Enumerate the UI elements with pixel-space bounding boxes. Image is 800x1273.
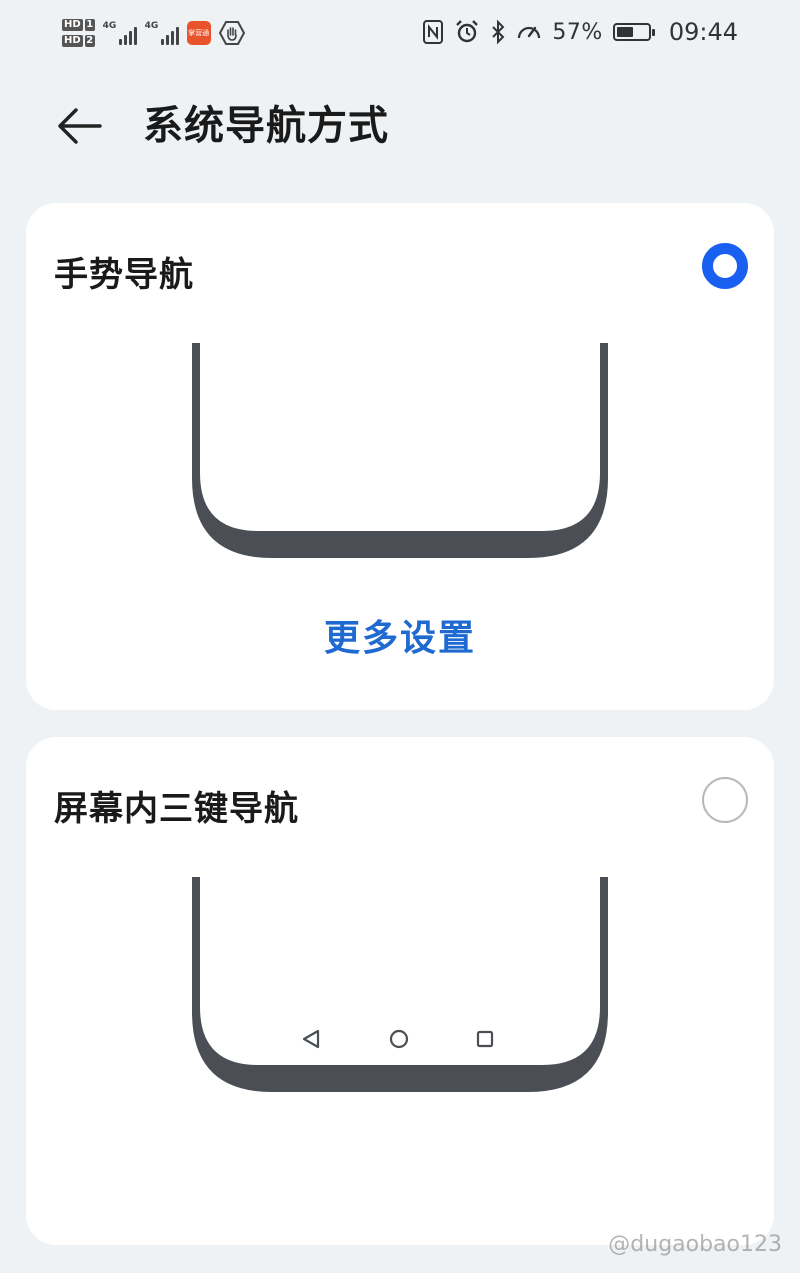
page-title: 系统导航方式 bbox=[143, 103, 389, 149]
three-key-navigation-card[interactable]: 屏幕内三键导航 bbox=[26, 737, 774, 1245]
sim2-number: 2 bbox=[84, 35, 95, 47]
sim1-indicator: HD 1 bbox=[62, 19, 95, 31]
gesture-navigation-card[interactable]: 手势导航 更多设置 bbox=[26, 203, 774, 710]
hand-hexagon-icon bbox=[218, 21, 245, 45]
three-key-phone-illustration bbox=[192, 877, 608, 1092]
home-circle-icon bbox=[389, 1029, 409, 1049]
speed-icon bbox=[518, 26, 541, 39]
battery-icon bbox=[612, 23, 655, 41]
gesture-navigation-radio[interactable] bbox=[702, 243, 748, 289]
page-header: 系统导航方式 bbox=[0, 84, 800, 168]
status-bar-left: HD 1 HD 2 4G 4G 掌营通 bbox=[62, 8, 245, 58]
sim2-indicator: HD 2 bbox=[62, 35, 95, 47]
watermark: @dugaobao123 bbox=[608, 1232, 782, 1257]
three-key-navigation-radio[interactable] bbox=[702, 777, 748, 823]
battery-percent: 57% bbox=[552, 19, 603, 45]
sim1-number: 1 bbox=[84, 19, 95, 31]
network-1-label: 4G bbox=[102, 21, 117, 31]
sim-indicators: HD 1 HD 2 bbox=[62, 19, 95, 47]
clock: 09:44 bbox=[668, 18, 738, 46]
sim1-hd-tag: HD bbox=[62, 19, 83, 31]
gesture-navigation-title: 手势导航 bbox=[54, 255, 194, 295]
sim2-hd-tag: HD bbox=[62, 35, 83, 47]
signal-2-icon: 4G bbox=[145, 21, 179, 45]
status-bar: HD 1 HD 2 4G 4G 掌营通 57% 09:44 bbox=[0, 0, 800, 64]
network-2-label: 4G bbox=[144, 21, 159, 31]
three-key-navigation-title: 屏幕内三键导航 bbox=[54, 789, 299, 829]
recents-square-icon bbox=[476, 1030, 494, 1048]
gesture-phone-illustration bbox=[192, 343, 608, 558]
back-button[interactable] bbox=[52, 98, 108, 154]
app-notification-icon: 掌营通 bbox=[186, 21, 211, 45]
back-triangle-icon bbox=[302, 1029, 320, 1049]
signal-1-icon: 4G bbox=[103, 21, 137, 45]
nfc-icon bbox=[423, 20, 444, 44]
battery-fill bbox=[616, 27, 634, 37]
more-settings-link[interactable]: 更多设置 bbox=[26, 609, 774, 661]
alarm-icon bbox=[456, 20, 479, 43]
status-bar-right: 57% 09:44 bbox=[422, 12, 738, 52]
bluetooth-icon bbox=[492, 19, 505, 45]
